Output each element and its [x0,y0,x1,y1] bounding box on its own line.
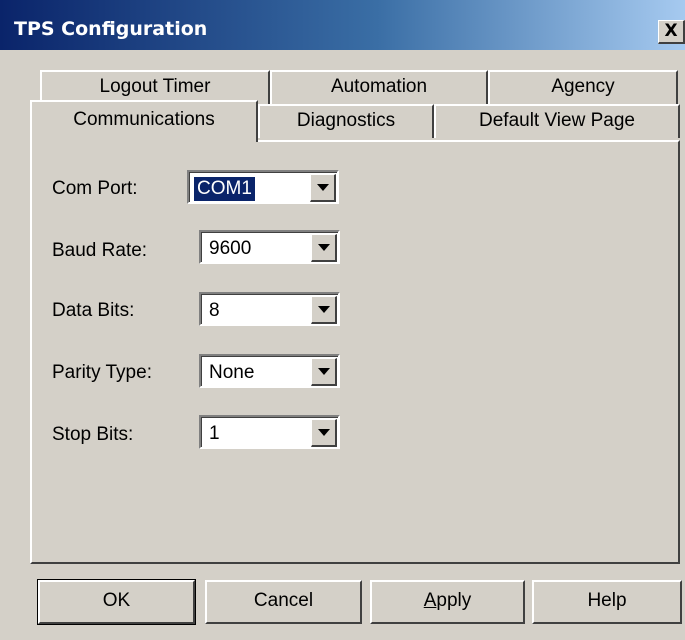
stop-bits-select[interactable]: 1 [199,415,340,449]
combo-frame: COM1 [189,172,337,202]
stop-bits-label: Stop Bits: [52,424,134,445]
parity-type-label: Parity Type: [52,362,152,383]
chevron-down-icon [318,368,330,375]
baud-rate-select[interactable]: 9600 [199,230,340,264]
tab-label: Automation [330,76,428,97]
tab-logout-timer[interactable]: Logout Timer [40,70,270,104]
help-button[interactable]: Help [532,580,682,624]
communications-panel [30,140,680,564]
ok-button[interactable]: OK [37,579,196,625]
tab-label: Communications [73,109,215,130]
com-port-dropdown-button[interactable] [310,174,336,202]
title-bar[interactable]: TPS Configuration [0,0,685,50]
data-bits-select[interactable]: 8 [199,292,340,326]
stop-bits-dropdown-button[interactable] [311,419,337,447]
data-bits-value: 8 [209,300,220,321]
tps-configuration-dialog: TPS Configuration X Logout Timer Automat… [0,0,685,640]
parity-type-select[interactable]: None [199,354,340,388]
ok-button-label: OK [102,590,131,611]
cancel-button-label: Cancel [253,590,314,611]
data-bits-dropdown-button[interactable] [311,296,337,324]
help-button-label: Help [587,590,627,611]
baud-rate-label: Baud Rate: [52,240,148,261]
com-port-value: COM1 [193,176,256,202]
baud-rate-dropdown-button[interactable] [311,234,337,262]
cancel-button[interactable]: Cancel [205,580,362,624]
apply-button[interactable]: Apply [370,580,525,624]
combo-frame: 9600 [201,232,338,262]
close-button[interactable]: X [658,20,685,44]
chevron-down-icon [318,429,330,436]
tab-label: Default View Page [479,110,635,131]
tab-label: Logout Timer [99,76,211,97]
window-title: TPS Configuration [14,18,208,40]
tab-default-view-page[interactable]: Default View Page [434,104,680,138]
stop-bits-value: 1 [209,423,220,444]
tab-automation[interactable]: Automation [270,70,488,104]
combo-frame: 1 [201,417,338,447]
chevron-down-icon [318,306,330,313]
baud-rate-value: 9600 [209,238,252,259]
parity-type-dropdown-button[interactable] [311,358,337,386]
tab-label: Diagnostics [296,110,396,131]
tab-diagnostics[interactable]: Diagnostics [258,104,434,138]
parity-type-value: None [209,362,255,383]
data-bits-label: Data Bits: [52,300,135,321]
chevron-down-icon [318,244,330,251]
tab-agency[interactable]: Agency [488,70,678,104]
combo-frame: None [201,356,338,386]
close-icon: X [664,21,678,41]
tab-communications[interactable]: Communications [30,100,258,142]
com-port-label: Com Port: [52,178,138,199]
tab-label: Agency [551,76,615,97]
chevron-down-icon [317,184,329,191]
com-port-select[interactable]: COM1 [187,170,339,204]
combo-frame: 8 [201,294,338,324]
apply-button-label: Apply [423,590,472,611]
